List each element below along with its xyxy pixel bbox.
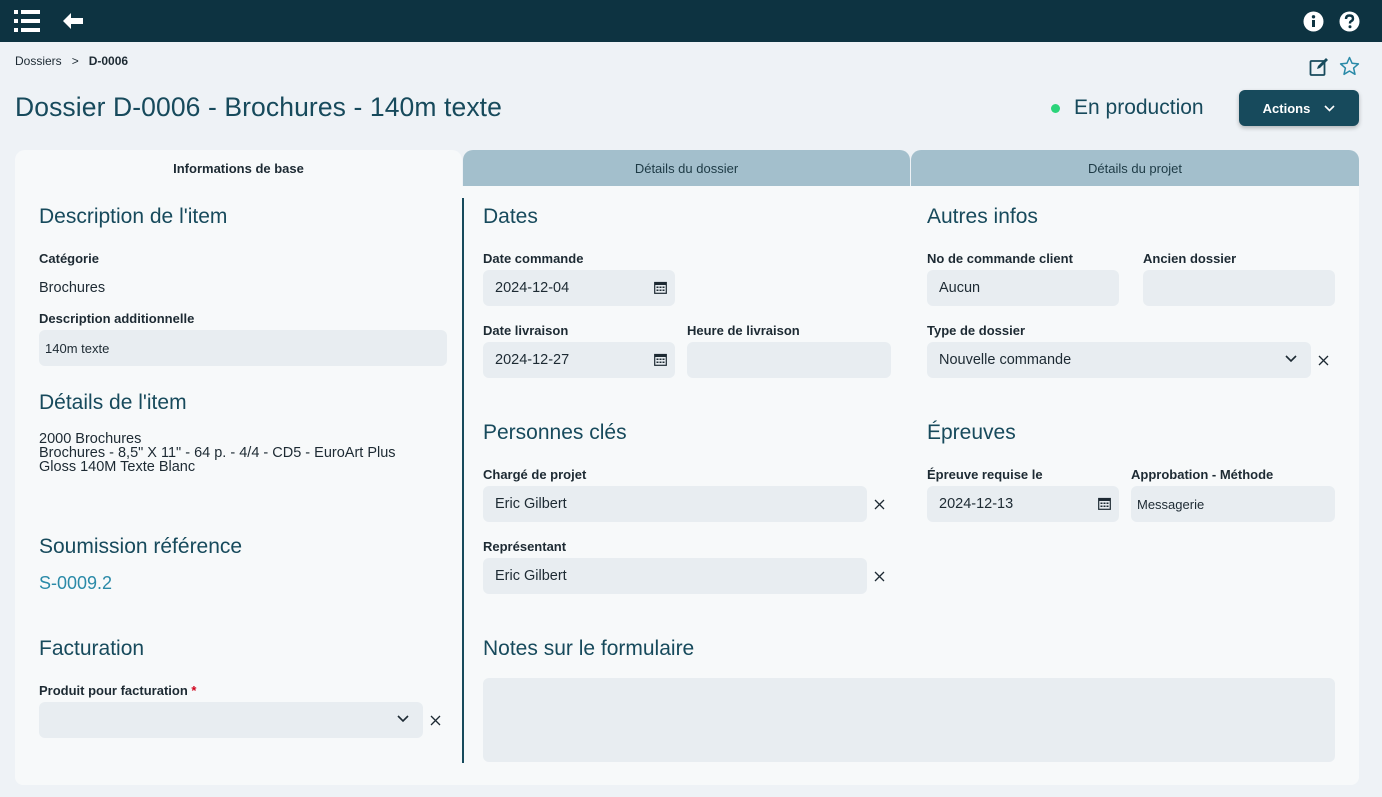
description-item-heading: Description de l'item <box>39 205 228 228</box>
delivery-date-value: 2024-12-27 <box>495 352 570 368</box>
arrow-left-icon[interactable] <box>58 6 88 36</box>
required-mark: * <box>191 683 197 698</box>
file-type-clear-icon[interactable] <box>1316 353 1330 367</box>
facturation-heading: Facturation <box>39 637 145 660</box>
delivery-date-label: Date livraison <box>483 323 569 338</box>
old-file-field[interactable] <box>1143 270 1335 306</box>
category-value: Brochures <box>39 280 106 296</box>
status-label: En production <box>1074 96 1204 119</box>
breadcrumb-parent-link[interactable]: Dossiers <box>15 54 62 68</box>
old-file-label: Ancien dossier <box>1143 251 1237 266</box>
project-manager-label: Chargé de projet <box>483 467 587 482</box>
soumission-heading: Soumission référence <box>39 535 243 558</box>
chevron-down-icon <box>1285 355 1297 363</box>
tab-bar: Informations de base Détails du dossier … <box>15 150 1359 186</box>
proof-required-field[interactable]: 2024-12-13 <box>927 486 1119 522</box>
delivery-date-field[interactable]: 2024-12-27 <box>483 342 675 378</box>
details-line: 2000 Brochures <box>39 431 142 447</box>
billing-product-label: Produit pour facturation * <box>39 683 196 698</box>
approval-method-field[interactable]: Messagerie <box>1131 486 1335 522</box>
page-title: Dossier D-0006 - Brochures - 140m texte <box>15 92 502 122</box>
notes-heading: Notes sur le formulaire <box>483 637 695 660</box>
list-icon[interactable] <box>12 6 42 36</box>
notes-textarea[interactable] <box>483 678 1335 762</box>
breadcrumb-separator: > <box>71 54 79 68</box>
key-people-heading: Personnes clés <box>483 421 627 444</box>
details-item-heading: Détails de l'item <box>39 391 187 414</box>
other-info-heading: Autres infos <box>927 205 1038 228</box>
status-dot <box>1051 103 1060 113</box>
billing-product-clear-icon[interactable] <box>428 713 442 727</box>
details-item-text: 2000 Brochures Brochures - 8,5" X 11" - … <box>39 431 396 475</box>
billing-product-label-text: Produit pour facturation <box>39 683 188 698</box>
proofs-heading: Épreuves <box>927 421 1016 444</box>
category-label: Catégorie <box>39 251 99 266</box>
order-date-value: 2024-12-04 <box>495 280 570 296</box>
project-manager-select[interactable]: Eric Gilbert <box>483 486 867 522</box>
top-bar <box>0 0 1382 42</box>
soumission-link[interactable]: S-0009.2 <box>39 573 112 594</box>
representative-select[interactable]: Eric Gilbert <box>483 558 867 594</box>
file-type-select[interactable]: Nouvelle commande <box>927 342 1311 378</box>
chevron-down-icon <box>397 715 409 723</box>
actions-label: Actions <box>1262 100 1311 116</box>
calendar-icon[interactable] <box>1098 497 1111 510</box>
details-line: Gloss 140M Texte Blanc <box>39 459 196 475</box>
file-type-label: Type de dossier <box>927 323 1026 338</box>
dates-heading: Dates <box>483 205 538 228</box>
calendar-icon[interactable] <box>654 353 667 366</box>
help-icon[interactable] <box>1334 6 1364 36</box>
additional-description-label: Description additionnelle <box>39 311 195 326</box>
approval-method-label: Approbation - Méthode <box>1131 467 1274 482</box>
billing-product-select[interactable] <box>39 702 423 738</box>
tab-details-du-dossier[interactable]: Détails du dossier <box>463 150 910 186</box>
additional-description-field[interactable]: 140m texte <box>39 330 447 366</box>
title-actions <box>1308 56 1360 77</box>
tab-details-du-projet[interactable]: Détails du projet <box>911 150 1359 186</box>
breadcrumb-current: D-0006 <box>88 54 129 68</box>
delivery-time-field[interactable] <box>687 342 891 378</box>
info-icon[interactable] <box>1298 6 1328 36</box>
actions-button[interactable]: Actions <box>1239 90 1359 126</box>
client-order-field[interactable]: Aucun <box>927 270 1119 306</box>
proof-required-label: Épreuve requise le <box>927 467 1043 482</box>
column-divider <box>462 198 464 763</box>
tab-informations-de-base[interactable]: Informations de base <box>15 150 462 186</box>
status-indicator: En production <box>1051 96 1204 120</box>
project-manager-clear-icon[interactable] <box>872 497 886 511</box>
order-date-field[interactable]: 2024-12-04 <box>483 270 675 306</box>
order-date-label: Date commande <box>483 251 584 266</box>
breadcrumb: Dossiers > D-0006 <box>15 54 128 68</box>
edit-icon[interactable] <box>1308 56 1329 77</box>
calendar-icon[interactable] <box>654 281 667 294</box>
star-icon[interactable] <box>1339 56 1360 77</box>
representative-label: Représentant <box>483 539 567 554</box>
delivery-time-label: Heure de livraison <box>687 323 800 338</box>
chevron-down-icon <box>1324 104 1335 112</box>
proof-required-value: 2024-12-13 <box>939 496 1014 512</box>
details-line: Brochures - 8,5" X 11" - 64 p. - 4/4 - C… <box>39 445 396 461</box>
representative-clear-icon[interactable] <box>872 569 886 583</box>
client-order-label: No de commande client <box>927 251 1073 266</box>
file-type-value: Nouvelle commande <box>939 352 1072 368</box>
